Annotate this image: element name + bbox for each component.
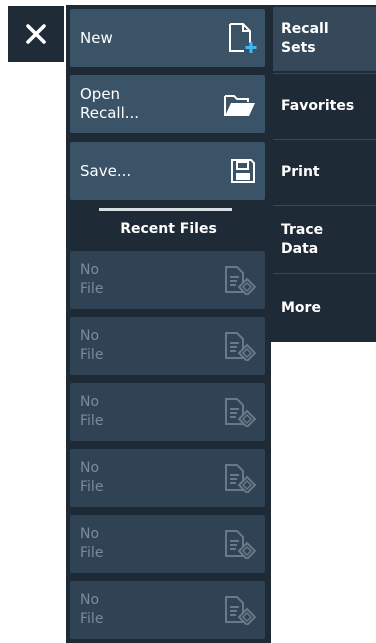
recent-file-item[interactable]: No File (70, 449, 265, 507)
recent-file-item[interactable]: No File (70, 581, 265, 639)
recent-file-label: No File (80, 394, 104, 429)
new-label: New (80, 28, 113, 47)
file-menu-panel: New Open Recall... Save... Recent Files … (66, 5, 271, 643)
close-icon (26, 24, 46, 44)
recent-file-label: No File (80, 328, 104, 363)
recall-file-icon (225, 398, 257, 427)
recent-file-item[interactable]: No File (70, 515, 265, 573)
save-button[interactable]: Save... (70, 142, 265, 200)
section-divider (99, 208, 232, 211)
recent-files-title: Recent Files (120, 221, 217, 237)
save-label: Save... (80, 161, 132, 180)
recall-file-icon (225, 530, 257, 559)
tab-more[interactable]: More (273, 273, 376, 342)
recall-file-icon (225, 266, 257, 295)
recent-file-item[interactable]: No File (70, 317, 265, 375)
new-button[interactable]: New (70, 9, 265, 67)
open-recall-button[interactable]: Open Recall... (70, 75, 265, 133)
side-tab-bar: Recall Sets Favorites Print Trace Data M… (271, 5, 376, 342)
recent-file-label: No File (80, 592, 104, 627)
recent-file-label: No File (80, 460, 104, 495)
tab-trace-data[interactable]: Trace Data (273, 205, 376, 273)
floppy-disk-icon (231, 159, 255, 183)
new-file-icon (229, 23, 257, 53)
tab-favorites[interactable]: Favorites (273, 73, 376, 139)
open-recall-label: Open Recall... (80, 85, 140, 122)
tab-print[interactable]: Print (273, 139, 376, 205)
close-button[interactable] (8, 6, 64, 62)
recall-file-icon (225, 464, 257, 493)
recall-file-icon (225, 596, 257, 625)
recent-file-item[interactable]: No File (70, 251, 265, 309)
recall-file-icon (225, 332, 257, 361)
recent-file-label: No File (80, 262, 104, 297)
open-folder-icon (224, 95, 255, 116)
recent-file-item[interactable]: No File (70, 383, 265, 441)
tab-recall-sets[interactable]: Recall Sets (273, 7, 376, 71)
recent-file-label: No File (80, 526, 104, 561)
